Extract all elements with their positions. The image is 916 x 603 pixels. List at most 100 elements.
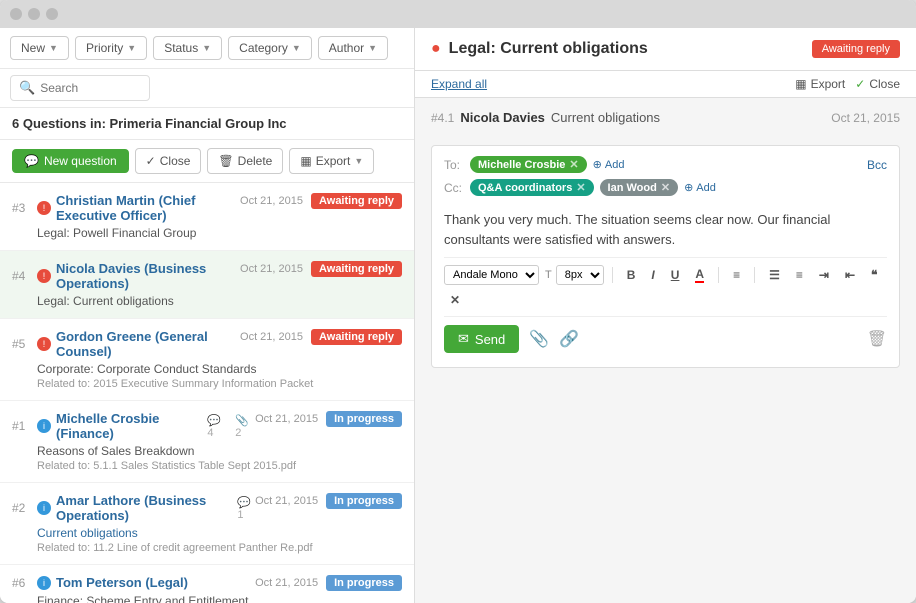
delete-button[interactable]: 🗑 Delete	[207, 148, 283, 174]
search-bar: 🔍	[0, 69, 414, 108]
question-meta: #4 ! Nicola Davies (Business Operations)	[12, 261, 240, 291]
right-title-text: Legal: Current obligations	[449, 40, 648, 58]
section-title: 6 Questions in: Primeria Financial Group…	[0, 108, 414, 140]
status-arrow: ▼	[202, 43, 211, 53]
question-date: Oct 21, 2015	[240, 331, 303, 343]
question-header: #1 i Michelle Crosbie (Finance) 💬 4 📎 2 …	[12, 411, 402, 441]
question-subject: Legal: Powell Financial Group	[37, 226, 402, 240]
status-filter-btn[interactable]: Status ▼	[153, 36, 222, 60]
font-color-btn[interactable]: A	[689, 264, 710, 286]
question-author: Michelle Crosbie (Finance)	[56, 411, 202, 441]
question-author: Amar Lathore (Business Operations)	[56, 493, 232, 523]
link-icon[interactable]: 🔗	[559, 329, 579, 349]
list-item[interactable]: #3 ! Christian Martin (Chief Executive O…	[0, 183, 414, 251]
search-input[interactable]	[40, 81, 140, 95]
remove-format-btn[interactable]: ✕	[444, 290, 466, 310]
cc-remove-icon-2[interactable]: ✕	[661, 181, 670, 194]
status-dot: !	[37, 269, 51, 283]
message-body: Thank you very much. The situation seems…	[444, 202, 887, 257]
traffic-light-max[interactable]	[46, 8, 58, 20]
priority-filter-btn[interactable]: Priority ▼	[75, 36, 147, 60]
align-btn[interactable]: ≡	[727, 265, 746, 285]
unordered-list-btn[interactable]: ≡	[790, 265, 809, 285]
table-icon: ▦	[300, 154, 311, 168]
question-subject: Legal: Current obligations	[37, 294, 402, 308]
question-num: #4	[12, 269, 32, 283]
send-icon: ✉	[458, 331, 469, 347]
list-item[interactable]: #6 i Tom Peterson (Legal) Oct 21, 2015 I…	[0, 565, 414, 603]
export-toolbar-btn[interactable]: ▦ Export	[795, 77, 845, 91]
cc-name-1: Q&A coordinators	[478, 182, 572, 194]
author-filter-btn[interactable]: Author ▼	[318, 36, 388, 60]
status-filter-label: Status	[164, 41, 198, 55]
question-author: Tom Peterson (Legal)	[56, 575, 188, 590]
question-author: Nicola Davies (Business Operations)	[56, 261, 240, 291]
paperclip-icon[interactable]: 📎	[529, 329, 549, 349]
cc-add-btn[interactable]: ⊕ Add	[684, 181, 716, 194]
underline-btn[interactable]: U	[665, 265, 686, 285]
awaiting-badge: Awaiting reply	[812, 40, 900, 58]
to-add-btn[interactable]: ⊕ Add	[593, 158, 625, 171]
chat-icon: 💬	[24, 154, 39, 168]
cc-label: Cc:	[444, 181, 464, 195]
to-tag: Michelle Crosbie ✕	[470, 156, 587, 173]
indent-btn[interactable]: ⇥	[813, 265, 835, 285]
list-item[interactable]: #1 i Michelle Crosbie (Finance) 💬 4 📎 2 …	[0, 401, 414, 483]
traffic-light-min[interactable]	[28, 8, 40, 20]
status-dot: i	[37, 419, 51, 433]
new-filter-btn[interactable]: New ▼	[10, 36, 69, 60]
ordered-list-btn[interactable]: ☰	[763, 265, 786, 285]
export-arrow: ▼	[354, 156, 363, 166]
close-button[interactable]: ✓ Close	[135, 148, 202, 174]
questions-list: #3 ! Christian Martin (Chief Executive O…	[0, 183, 414, 603]
question-date: Oct 21, 2015	[240, 195, 303, 207]
right-title: ● Legal: Current obligations	[431, 40, 648, 58]
right-panel: ● Legal: Current obligations Awaiting re…	[415, 28, 916, 603]
message-area: #4.1 Nicola Davies Current obligations O…	[415, 98, 916, 603]
action-bar: 💬 New question ✓ Close 🗑 Delete ▦ Export…	[0, 140, 414, 183]
bold-btn[interactable]: B	[621, 265, 642, 285]
blockquote-btn[interactable]: ❝	[865, 265, 883, 285]
close-toolbar-btn[interactable]: ✓ Close	[855, 77, 900, 91]
priority-filter-label: Priority	[86, 41, 123, 55]
question-date: Oct 21, 2015	[255, 495, 318, 507]
question-date: Oct 21, 2015	[255, 413, 318, 425]
cc-row: Cc: Q&A coordinators ✕ Ian Wood ✕ ⊕ Add	[444, 179, 887, 196]
chat-icon: 💬 1	[237, 496, 255, 521]
to-row: To: Michelle Crosbie ✕ ⊕ Add Bcc	[444, 156, 887, 173]
export-button[interactable]: ▦ Export ▼	[289, 148, 374, 174]
list-item[interactable]: #5 ! Gordon Greene (General Counsel) Oct…	[0, 319, 414, 401]
bcc-link[interactable]: Bcc	[867, 158, 887, 172]
question-meta: #6 i Tom Peterson (Legal)	[12, 575, 188, 590]
delete-compose-icon[interactable]: 🗑	[867, 329, 887, 349]
category-filter-btn[interactable]: Category ▼	[228, 36, 312, 60]
status-dot: !	[37, 337, 51, 351]
title-bar	[0, 0, 916, 28]
send-button[interactable]: ✉ Send	[444, 325, 519, 353]
question-date: Oct 21, 2015	[255, 577, 318, 589]
table-icon: ▦	[795, 77, 806, 91]
outdent-btn[interactable]: ⇤	[839, 265, 861, 285]
question-subject: Reasons of Sales Breakdown	[37, 444, 402, 458]
question-author: Christian Martin (Chief Executive Office…	[56, 193, 240, 223]
traffic-light-close[interactable]	[10, 8, 22, 20]
right-toolbar: Expand all ▦ Export ✓ Close	[415, 71, 916, 98]
italic-btn[interactable]: I	[645, 265, 660, 285]
category-arrow: ▼	[292, 43, 301, 53]
to-remove-icon[interactable]: ✕	[569, 158, 578, 171]
msg-date: Oct 21, 2015	[831, 111, 900, 125]
right-toolbar-right: ▦ Export ✓ Close	[795, 77, 900, 91]
font-size-icon: T	[545, 269, 552, 281]
font-select[interactable]: Andale Mono	[444, 265, 539, 285]
list-item[interactable]: #4 ! Nicola Davies (Business Operations)…	[0, 251, 414, 319]
question-header: #2 i Amar Lathore (Business Operations) …	[12, 493, 402, 523]
search-input-wrapper[interactable]: 🔍	[10, 75, 150, 101]
cc-remove-icon-1[interactable]: ✕	[576, 181, 585, 194]
check-icon: ✓	[146, 154, 156, 168]
font-size-select[interactable]: 8px	[556, 265, 604, 285]
priority-arrow: ▼	[127, 43, 136, 53]
expand-all-link[interactable]: Expand all	[431, 77, 487, 91]
new-question-button[interactable]: 💬 New question	[12, 149, 129, 173]
to-label: To:	[444, 158, 464, 172]
list-item[interactable]: #2 i Amar Lathore (Business Operations) …	[0, 483, 414, 565]
